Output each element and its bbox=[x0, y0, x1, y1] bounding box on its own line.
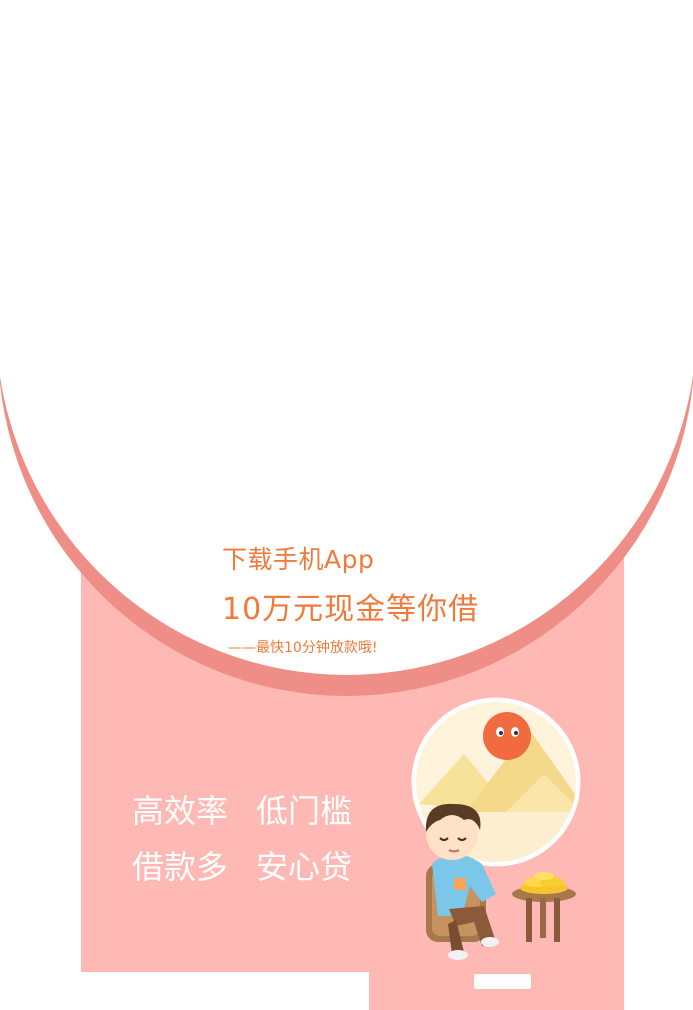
feature-list: 高效率 低门槛 借款多 安心贷 bbox=[132, 783, 352, 895]
promo-line-amount: 10万元现金等你借 bbox=[222, 592, 480, 627]
feature-row-2: 借款多 安心贷 bbox=[132, 839, 352, 895]
panel-notch bbox=[81, 972, 369, 1010]
man-with-coins-illustration bbox=[411, 697, 581, 960]
download-button[interactable] bbox=[474, 974, 531, 989]
promo-banner: 下载手机App 10万元现金等你借 ——最快10分钟放款哦! 高效率 低门槛 借款… bbox=[0, 0, 693, 1010]
feature-safe-loan: 安心贷 bbox=[256, 848, 353, 886]
feature-row-1: 高效率 低门槛 bbox=[132, 783, 352, 839]
feature-efficiency: 高效率 bbox=[132, 792, 229, 830]
promo-line-download: 下载手机App bbox=[222, 545, 375, 574]
feature-large-loan: 借款多 bbox=[132, 848, 229, 886]
feature-low-threshold: 低门槛 bbox=[256, 792, 353, 830]
top-blank-area bbox=[0, 0, 693, 360]
promo-line-speed: ——最快10分钟放款哦! bbox=[228, 640, 378, 656]
